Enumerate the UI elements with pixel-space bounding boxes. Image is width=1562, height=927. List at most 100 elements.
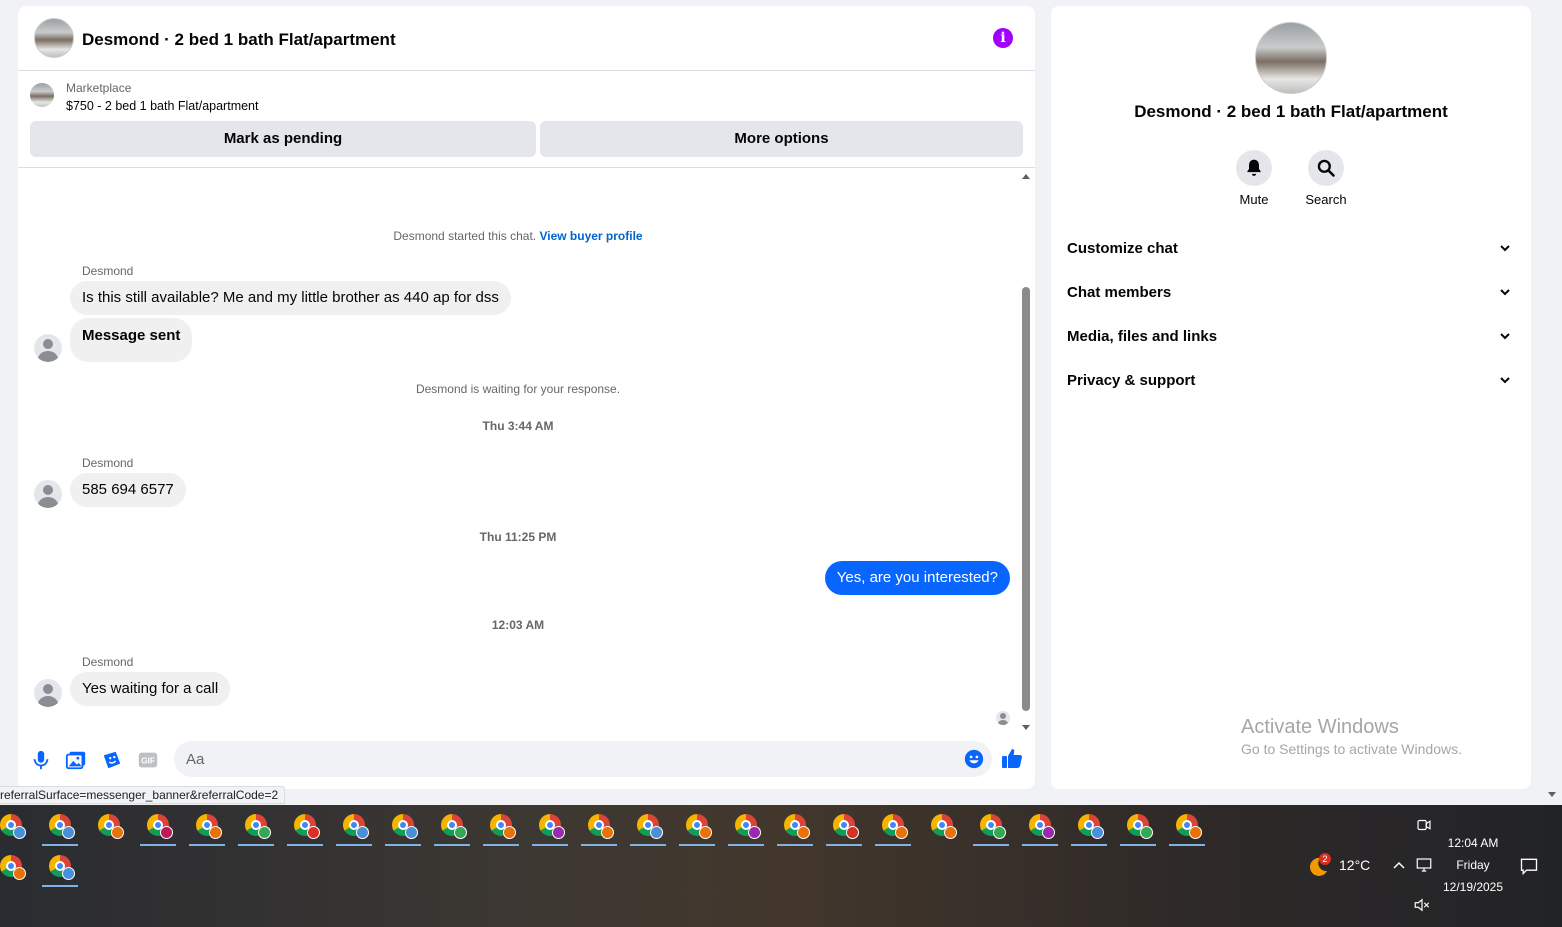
profile-badge-icon bbox=[307, 826, 320, 839]
search-button[interactable] bbox=[1308, 150, 1344, 186]
message-input[interactable] bbox=[186, 741, 946, 777]
section-label: Privacy & support bbox=[1067, 372, 1196, 389]
profile-badge-icon bbox=[62, 826, 75, 839]
meet-now-icon[interactable] bbox=[1415, 816, 1433, 834]
clock-day[interactable]: Friday bbox=[1440, 858, 1506, 872]
chevron-down-icon bbox=[1500, 289, 1510, 296]
message-bubble[interactable]: Yes waiting for a call bbox=[70, 672, 231, 706]
view-buyer-profile-link[interactable]: View buyer profile bbox=[539, 229, 642, 243]
sticker-icon[interactable] bbox=[101, 749, 123, 771]
more-options-button[interactable]: More options bbox=[540, 121, 1023, 157]
listing-avatar-large[interactable] bbox=[1255, 22, 1327, 94]
mute-button[interactable] bbox=[1236, 150, 1272, 186]
running-indicator bbox=[1120, 844, 1156, 846]
taskbar-chrome-app[interactable] bbox=[138, 808, 178, 846]
taskbar-chrome-app[interactable] bbox=[628, 808, 668, 846]
clock-date[interactable]: 12/19/2025 bbox=[1436, 880, 1510, 894]
notifications-icon[interactable] bbox=[1519, 856, 1539, 876]
chevron-down-icon bbox=[1500, 333, 1510, 340]
message-scrollbar[interactable] bbox=[1019, 172, 1033, 732]
taskbar-chrome-app[interactable] bbox=[824, 808, 864, 846]
avatar[interactable] bbox=[34, 334, 62, 362]
speaker-muted-icon[interactable] bbox=[1413, 896, 1431, 914]
taskbar-chrome-app[interactable] bbox=[530, 808, 570, 846]
message-bubble[interactable]: Is this still available? Me and my littl… bbox=[70, 281, 511, 315]
taskbar-chrome-app[interactable] bbox=[187, 808, 227, 846]
running-indicator bbox=[1022, 844, 1058, 846]
taskbar-chrome-app[interactable] bbox=[579, 808, 619, 846]
taskbar-chrome-app[interactable] bbox=[334, 808, 374, 846]
running-indicator bbox=[1071, 844, 1107, 846]
taskbar-chrome-app[interactable] bbox=[775, 808, 815, 846]
taskbar-chrome-app[interactable] bbox=[1069, 808, 1109, 846]
profile-badge-icon bbox=[1091, 826, 1104, 839]
profile-badge-icon bbox=[356, 826, 369, 839]
profile-badge-icon bbox=[650, 826, 663, 839]
taskbar-chrome-app[interactable] bbox=[481, 808, 521, 846]
message-bubble[interactable]: 585 694 6577 bbox=[70, 473, 186, 507]
taskbar-chrome-app[interactable] bbox=[1167, 808, 1207, 846]
chat-title[interactable]: Desmond · 2 bed 1 bath Flat/apartment bbox=[82, 30, 396, 50]
scroll-up-arrow-icon[interactable] bbox=[1022, 174, 1030, 179]
listing-thumbnail[interactable] bbox=[30, 83, 54, 107]
profile-badge-icon bbox=[748, 826, 761, 839]
activate-windows-subtitle: Go to Settings to activate Windows. bbox=[1241, 741, 1462, 757]
taskbar-chrome-app[interactable] bbox=[1118, 808, 1158, 846]
chevron-up-icon[interactable] bbox=[1392, 858, 1406, 872]
running-indicator bbox=[189, 844, 225, 846]
gif-icon[interactable]: GIF bbox=[137, 749, 159, 771]
profile-badge-icon bbox=[405, 826, 418, 839]
page-scroll-down-arrow-icon[interactable] bbox=[1548, 792, 1556, 797]
listing-source: Marketplace bbox=[66, 81, 132, 95]
taskbar-chrome-app[interactable] bbox=[89, 808, 129, 846]
taskbar-chrome-app[interactable] bbox=[677, 808, 717, 846]
taskbar-chrome-app[interactable] bbox=[873, 808, 913, 846]
profile-badge-icon bbox=[111, 826, 124, 839]
section-customize-chat[interactable]: Customize chat bbox=[1067, 228, 1515, 268]
thumbs-up-icon[interactable] bbox=[1000, 746, 1024, 770]
taskbar-chrome-app[interactable] bbox=[285, 808, 325, 846]
photo-icon[interactable] bbox=[65, 749, 87, 771]
taskbar-chrome-app[interactable] bbox=[40, 808, 80, 846]
taskbar-chrome-app[interactable] bbox=[1020, 808, 1060, 846]
listing-title[interactable]: $750 - 2 bed 1 bath Flat/apartment bbox=[66, 99, 259, 113]
section-media-files-links[interactable]: Media, files and links bbox=[1067, 316, 1515, 356]
profile-badge-icon bbox=[944, 826, 957, 839]
info-icon[interactable]: i bbox=[993, 28, 1013, 48]
section-privacy-support[interactable]: Privacy & support bbox=[1067, 360, 1515, 400]
profile-badge-icon bbox=[895, 826, 908, 839]
taskbar-chrome-app[interactable] bbox=[0, 808, 31, 846]
microphone-icon[interactable] bbox=[30, 749, 52, 771]
clock-time[interactable]: 12:04 AM bbox=[1440, 836, 1506, 850]
svg-text:GIF: GIF bbox=[141, 757, 155, 766]
avatar[interactable] bbox=[34, 679, 62, 707]
profile-badge-icon bbox=[1042, 826, 1055, 839]
mark-as-pending-button[interactable]: Mark as pending bbox=[30, 121, 536, 157]
running-indicator bbox=[777, 844, 813, 846]
scrollbar-thumb[interactable] bbox=[1022, 287, 1030, 711]
scroll-down-arrow-icon[interactable] bbox=[1022, 725, 1030, 730]
taskbar-chrome-app[interactable] bbox=[432, 808, 472, 846]
sender-name: Desmond bbox=[82, 456, 134, 470]
section-label: Chat members bbox=[1067, 284, 1172, 301]
chevron-down-icon bbox=[1500, 245, 1510, 252]
taskbar-chrome-app[interactable] bbox=[383, 808, 423, 846]
running-indicator bbox=[42, 885, 78, 887]
outgoing-message-bubble[interactable]: Yes, are you interested? bbox=[824, 561, 1010, 595]
section-chat-members[interactable]: Chat members bbox=[1067, 272, 1515, 312]
taskbar-chrome-app[interactable] bbox=[236, 808, 276, 846]
taskbar-chrome-app[interactable] bbox=[726, 808, 766, 846]
weather-temperature[interactable]: 12°C bbox=[1339, 857, 1370, 873]
bell-icon bbox=[1247, 159, 1261, 176]
taskbar-chrome-app[interactable] bbox=[40, 849, 80, 887]
taskbar-chrome-app[interactable] bbox=[922, 808, 962, 846]
taskbar-chrome-app[interactable] bbox=[0, 849, 31, 887]
message-sent-bubble[interactable]: Message sent bbox=[70, 318, 193, 362]
listing-avatar[interactable] bbox=[34, 18, 74, 58]
windows-taskbar: 2 12°C 12:04 AM Friday 12/19/2025 bbox=[0, 805, 1562, 927]
taskbar-chrome-app[interactable] bbox=[971, 808, 1011, 846]
profile-badge-icon bbox=[552, 826, 565, 839]
emoji-icon[interactable] bbox=[964, 749, 984, 769]
avatar[interactable] bbox=[34, 480, 62, 508]
network-icon[interactable] bbox=[1415, 856, 1433, 874]
